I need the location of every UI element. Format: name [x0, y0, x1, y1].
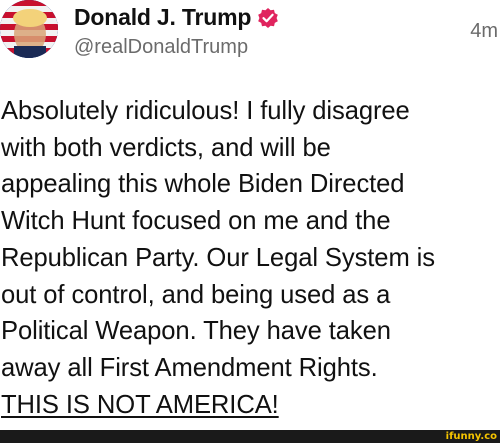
- post-body-line: Republican Party. Our Legal System is: [1, 243, 435, 272]
- post-body-line: Political Weapon. They have taken: [1, 317, 391, 346]
- watermark-text: ifunny.co: [445, 431, 497, 442]
- watermark-bar: ifunny.co: [0, 430, 500, 443]
- author-handle[interactable]: @realDonaldTrump: [74, 36, 248, 59]
- post-body-line: away all First Amendment Rights.: [1, 353, 378, 382]
- post-body: Absolutely ridiculous! I fully disagree …: [1, 93, 499, 423]
- post-body-line: out of control, and being used as a: [1, 280, 391, 309]
- profile-avatar[interactable]: [0, 0, 58, 58]
- avatar-image: [0, 0, 58, 58]
- author-name-row[interactable]: Donald J. Trump: [74, 4, 279, 31]
- post-timestamp[interactable]: 4m: [470, 20, 498, 43]
- post-body-line: with both verdicts, and will be: [1, 133, 331, 162]
- post-body-line: appealing this whole Biden Directed: [1, 170, 405, 199]
- post-body-line-underlined: THIS IS NOT AMERICA!: [1, 390, 279, 419]
- post-body-line: Witch Hunt focused on me and the: [1, 207, 391, 236]
- verified-badge-icon: [257, 7, 279, 29]
- author-display-name[interactable]: Donald J. Trump: [74, 4, 251, 31]
- post-body-line: Absolutely ridiculous! I fully disagree: [1, 97, 410, 125]
